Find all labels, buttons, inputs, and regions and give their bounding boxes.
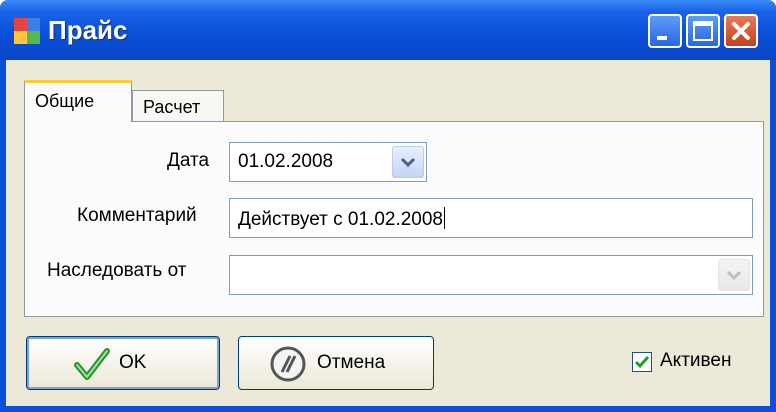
text-caret <box>444 207 446 229</box>
close-icon <box>732 22 750 40</box>
checkbox-check-icon <box>634 356 650 369</box>
comment-input[interactable]: Действует с 01.02.2008 <box>229 198 753 238</box>
chevron-down-icon <box>726 270 742 281</box>
ok-button[interactable]: OK <box>26 336 220 390</box>
ok-button-label: OK <box>119 352 147 373</box>
inherit-combobox[interactable] <box>229 255 753 295</box>
title-bar[interactable]: Прайс <box>0 0 776 60</box>
comment-value: Действует с 01.02.2008 <box>238 209 444 230</box>
chevron-down-icon <box>400 157 416 168</box>
inherit-label: Наследовать от <box>47 260 187 281</box>
inherit-dropdown-button[interactable] <box>718 259 750 291</box>
active-checkbox-label[interactable]: Активен <box>660 350 731 372</box>
maximize-button[interactable] <box>686 14 720 48</box>
cancel-icon <box>270 346 306 382</box>
close-button[interactable] <box>724 14 758 48</box>
active-checkbox[interactable] <box>632 352 652 372</box>
cancel-button[interactable]: Отмена <box>238 336 434 390</box>
dialog-client-area: Общие Расчет Дата 01.02.2008 Комментарий… <box>6 60 770 406</box>
minimize-button[interactable] <box>648 14 682 48</box>
cancel-button-label: Отмена <box>317 352 386 373</box>
date-label: Дата <box>167 150 210 171</box>
app-icon <box>14 18 40 44</box>
tab-calculation-label: Расчет <box>143 97 201 117</box>
tab-calculation[interactable]: Расчет <box>132 90 224 122</box>
tab-general-label: Общие <box>35 91 95 111</box>
tab-panel-general: Дата 01.02.2008 Комментарий Действует с … <box>24 121 764 317</box>
date-picker[interactable]: 01.02.2008 <box>229 142 427 182</box>
tab-general[interactable]: Общие <box>24 80 132 122</box>
window-title: Прайс <box>48 15 128 45</box>
maximize-icon <box>693 21 713 41</box>
comment-label: Комментарий <box>77 205 197 226</box>
checkmark-icon <box>74 348 110 380</box>
dialog-window: Прайс Общие Расчет Дата 01.02.2008 Комме… <box>0 0 776 412</box>
minimize-icon <box>657 36 667 40</box>
date-value: 01.02.2008 <box>238 151 334 172</box>
date-dropdown-button[interactable] <box>392 146 424 178</box>
